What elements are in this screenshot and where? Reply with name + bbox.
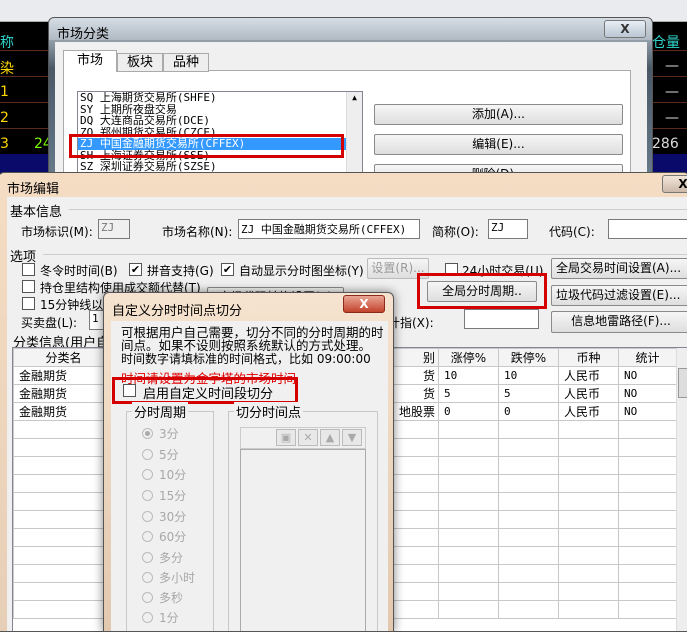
bidask-label: 买卖盘(L): <box>21 316 78 330</box>
up-icon[interactable]: ▲ <box>320 429 340 446</box>
market-id-input[interactable]: ZJ <box>98 219 130 239</box>
grid-cell: — <box>665 58 679 74</box>
grid-cell: 286 <box>652 136 679 152</box>
market-category-dialog: 市场分类 X 市场 板块 品种 SQ 上海期货交易所(SHFE) SY 上期所夜… <box>48 17 653 187</box>
market-name-label: 市场名称(N): <box>162 225 233 239</box>
list-item[interactable]: SZ 深圳证券交易所(SZSE) <box>78 161 362 173</box>
down-icon[interactable]: ▼ <box>342 429 362 446</box>
pinyin-label: 拼音支持(G) <box>147 264 214 278</box>
highlight-box <box>69 134 344 158</box>
garbage-filter-button[interactable]: 垃圾代码过滤设置(E)... <box>551 285 687 306</box>
grid-label: 称 <box>0 35 14 51</box>
cell: 10 <box>498 366 559 385</box>
tab-sector[interactable]: 板块 <box>117 53 163 72</box>
custom-split-dialog: 自定义分时时间点切分 X 可根据用户自己需要，切分不同的分时周期的时 间点。如果… <box>103 292 394 632</box>
description-line: 间点。如果不设则按照系统默认的方式处理。 <box>121 338 372 353</box>
description-line: 时间数字请填标准的时间格式，比如 09:00:00 <box>121 352 371 366</box>
grid-cell: — <box>665 84 679 100</box>
period-group-label: 分时周期 <box>132 402 189 421</box>
15min-checkbox[interactable] <box>22 297 35 310</box>
global-trade-time-button[interactable]: 全局交易时间设置(A)... <box>551 258 687 279</box>
period-radio[interactable]: 5分 <box>142 446 179 463</box>
auto-axis-label: 自动显示分时图坐标(Y) <box>239 264 364 278</box>
cell: 5 <box>438 384 499 403</box>
close-button[interactable]: X <box>662 175 687 193</box>
split-group-label: 切分时间点 <box>234 402 304 421</box>
cell: NO <box>618 366 677 385</box>
pinyin-checkbox[interactable]: ✔ <box>129 263 142 276</box>
split-time-list[interactable] <box>240 449 366 631</box>
grid-cell: 1 <box>0 84 9 100</box>
list-item[interactable]: SQ 上海期货交易所(SHFE) <box>78 92 362 104</box>
cell: 人民币 <box>558 384 619 403</box>
list-item[interactable]: DQ 大连商品交易所(DCE) <box>78 115 362 127</box>
cell: 金融期货 <box>13 366 114 385</box>
period-radio[interactable]: 多分 <box>142 549 183 566</box>
cell: 金融期货 <box>13 384 114 403</box>
cell: NO <box>618 384 677 403</box>
winter-time-label: 冬令时时间(B) <box>40 264 118 278</box>
period-radio[interactable]: 15分 <box>142 487 186 504</box>
info-mine-path-button[interactable]: 信息地雷路径(F)... <box>551 311 687 333</box>
new-icon[interactable]: ▣ <box>276 429 296 446</box>
period-radio[interactable]: 多小时 <box>142 569 195 586</box>
period-radio[interactable]: 1分 <box>142 609 179 626</box>
grid-header: 仓量 <box>652 35 680 51</box>
grid-label: 染 <box>0 61 14 77</box>
period-radio[interactable]: 多秒 <box>142 589 183 606</box>
close-button[interactable]: X <box>604 20 646 38</box>
cell: 金融期货 <box>13 402 114 421</box>
code-input[interactable] <box>608 219 687 239</box>
cell: 5 <box>498 384 559 403</box>
edit-button[interactable]: 编辑(E)... <box>374 134 623 155</box>
dialog-title: 市场编辑 <box>7 182 60 197</box>
cell: 0 <box>498 402 559 421</box>
table-scrollbar[interactable] <box>676 348 687 631</box>
cell: 0 <box>438 402 499 421</box>
period-radio[interactable]: 3分 <box>142 425 179 442</box>
period-radio[interactable]: 60分 <box>142 528 186 545</box>
column-header[interactable]: 统计 <box>618 348 677 367</box>
enable-custom-split-label: 启用自定义时间段切分 <box>143 387 274 402</box>
add-button[interactable]: 添加(A)... <box>374 104 623 125</box>
cell: 10 <box>438 366 499 385</box>
grid-cell: 3 <box>0 136 9 152</box>
grid-cell: 2 <box>0 110 9 126</box>
close-button[interactable]: X <box>343 295 385 313</box>
position-structure-checkbox[interactable] <box>22 280 35 293</box>
enable-custom-split-checkbox[interactable] <box>123 384 136 397</box>
code-label: 代码(C): <box>549 225 595 239</box>
grid-cell: — <box>665 110 679 126</box>
tab-market[interactable]: 市场 <box>63 50 117 72</box>
column-header[interactable]: 币种 <box>558 348 619 367</box>
auto-axis-checkbox[interactable]: ✔ <box>221 263 234 276</box>
tab-variety[interactable]: 品种 <box>163 53 209 72</box>
short-name-label: 简称(O): <box>432 225 479 239</box>
cell: 人民币 <box>558 402 619 421</box>
column-header[interactable]: 涨停% <box>438 348 499 367</box>
winter-time-checkbox[interactable] <box>22 263 35 276</box>
market-id-label: 市场标识(M): <box>21 225 93 239</box>
highlight-box <box>417 273 547 309</box>
cell: 人民币 <box>558 366 619 385</box>
contrib-input[interactable] <box>464 309 539 329</box>
short-name-input[interactable]: ZJ <box>488 219 528 239</box>
delete-icon[interactable]: ✕ <box>298 429 318 446</box>
section-basic-info: 基本信息 <box>10 205 63 220</box>
market-name-input[interactable]: ZJ 中国金融期货交易所(CFFEX) <box>238 219 420 239</box>
dialog-title: 市场分类 <box>49 18 652 42</box>
cell: NO <box>618 402 677 421</box>
column-header[interactable]: 跌停% <box>498 348 559 367</box>
period-radio[interactable]: 30分 <box>142 508 186 525</box>
column-header[interactable]: 分类名 <box>13 348 114 367</box>
period-radio[interactable]: 10分 <box>142 466 186 483</box>
